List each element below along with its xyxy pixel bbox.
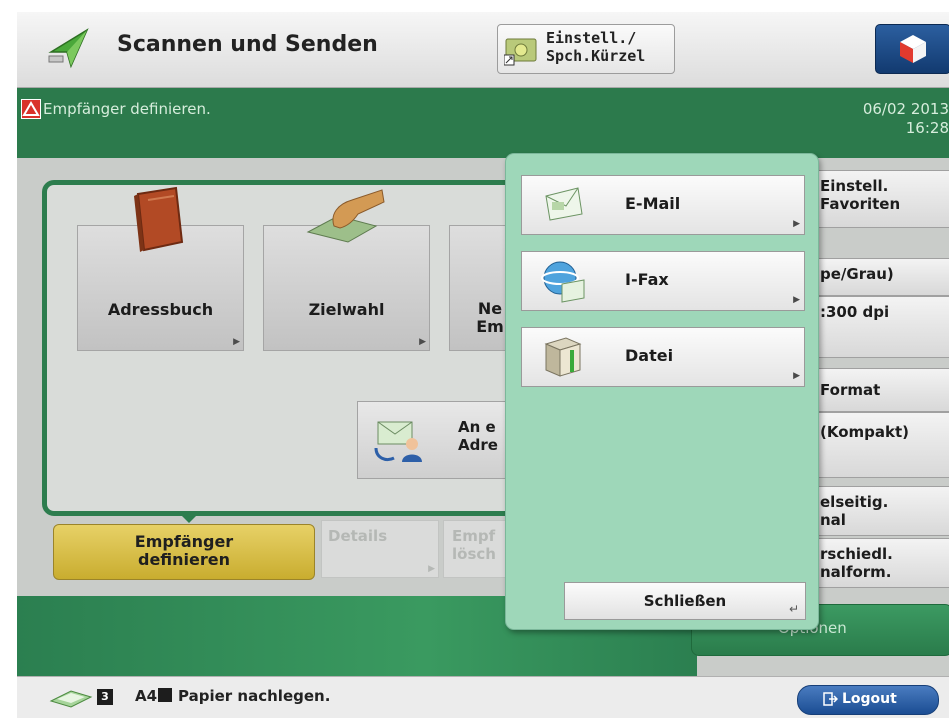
one-touch-icon [304, 186, 388, 260]
favorite-settings-label: Einstell. Favoriten [820, 177, 901, 213]
resolution-button[interactable]: :300 dpi ▶ [809, 296, 949, 358]
file-server-icon [540, 334, 586, 384]
resolution-label: :300 dpi [820, 303, 890, 321]
mixed-originals-button[interactable]: rschiedl. nalform. [809, 538, 949, 588]
color-mode-button[interactable]: pe/Grau) ▶ [809, 258, 949, 296]
address-book-label: Adressbuch [107, 300, 214, 319]
warning-icon [21, 99, 41, 119]
file-format-label: (Kompakt) [820, 423, 910, 441]
format-label: Format [820, 381, 881, 399]
ifax-label: I-Fax [625, 270, 669, 289]
shortcut-icon [503, 33, 540, 71]
paper-orientation-icon [158, 688, 173, 702]
device-screen: Scannen und Senden Einstell./ Spch.Kürze… [17, 12, 949, 718]
paper-message: Papier nachlegen. [178, 687, 331, 705]
details-label: Details [328, 527, 388, 545]
define-recipient-label: Empfänger definieren [134, 532, 234, 569]
status-date: 06/02 2013 [862, 100, 949, 118]
address-book-button[interactable]: Adressbuch ▶ [77, 186, 244, 351]
ifax-button[interactable]: I-Fax ▶ [521, 251, 805, 311]
format-button[interactable]: Format ▶ [809, 368, 949, 412]
logout-label: Logout [842, 691, 897, 707]
corner-arrow-icon: ▶ [419, 337, 426, 347]
file-label: Datei [625, 346, 674, 365]
scan-send-icon [45, 22, 95, 76]
address-book-icon [126, 186, 190, 260]
close-button[interactable]: Schließen ↵ [564, 582, 806, 620]
duplex-label: elseitig. nal [820, 493, 889, 529]
status-message: Empfänger definieren. [43, 100, 211, 118]
email-label: E-Mail [625, 194, 681, 213]
status-datetime: 06/02 2013 16:28 [863, 100, 949, 138]
file-format-button[interactable]: (Kompakt) ▶ [809, 412, 949, 478]
one-touch-label: Zielwahl [308, 300, 385, 319]
corner-arrow-icon: ▶ [233, 337, 240, 347]
footer-bar: 3 A4 Papier nachlegen. Logout [17, 676, 949, 718]
paper-status: A4 Papier nachlegen. [135, 687, 330, 705]
corner-arrow-icon: ▶ [793, 219, 800, 229]
status-time: 16:28 [905, 119, 949, 137]
panel-pointer [177, 511, 201, 523]
return-arrow-icon: ↵ [788, 602, 799, 616]
favorite-settings-button[interactable]: Einstell. Favoriten ▶ [809, 170, 949, 228]
status-bar: Empfänger definieren. 06/02 2013 16:28 [17, 88, 949, 158]
email-button[interactable]: E-Mail ▶ [521, 175, 805, 235]
corner-arrow-icon: ▶ [793, 295, 800, 305]
shortcut-label: Einstell./ Spch.Kürzel [546, 29, 646, 65]
destination-panel: Adressbuch ▶ Zielwahl ▶ Ne Em An e Adre [42, 180, 542, 516]
destination-type-popup: E-Mail ▶ I-Fax ▶ Datei ▶ Schließen ↵ [505, 153, 819, 630]
corner-arrow-icon: ▶ [793, 371, 800, 381]
tray-number-icon: 3 [97, 689, 113, 705]
cube-icon [898, 33, 928, 69]
logout-icon [822, 691, 839, 711]
app-title: Scannen und Senden [117, 32, 378, 57]
send-to-self-label: An e Adre [458, 418, 498, 454]
paper-size: A4 [135, 687, 158, 705]
details-tab[interactable]: Details ▶ [321, 520, 439, 578]
email-icon [540, 184, 586, 228]
send-to-self-icon [372, 418, 426, 470]
title-bar: Scannen und Senden Einstell./ Spch.Kürze… [17, 12, 949, 88]
one-touch-button[interactable]: Zielwahl ▶ [263, 189, 430, 351]
color-mode-label: pe/Grau) [820, 265, 894, 283]
ifax-icon [538, 258, 588, 308]
file-button[interactable]: Datei ▶ [521, 327, 805, 387]
define-recipient-tab[interactable]: Empfänger definieren [53, 524, 315, 580]
settings-shortcut-button[interactable]: Einstell./ Spch.Kürzel [497, 24, 675, 74]
duplex-button[interactable]: elseitig. nal ▶ [809, 486, 949, 536]
help-button[interactable] [875, 24, 949, 74]
paper-tray-icon [49, 687, 93, 713]
delete-recipient-label: Empf lösch [452, 527, 496, 563]
close-label: Schließen [643, 592, 727, 610]
mixed-originals-label: rschiedl. nalform. [820, 545, 893, 581]
corner-arrow-icon: ▶ [428, 564, 435, 574]
logout-button[interactable]: Logout [797, 685, 939, 715]
